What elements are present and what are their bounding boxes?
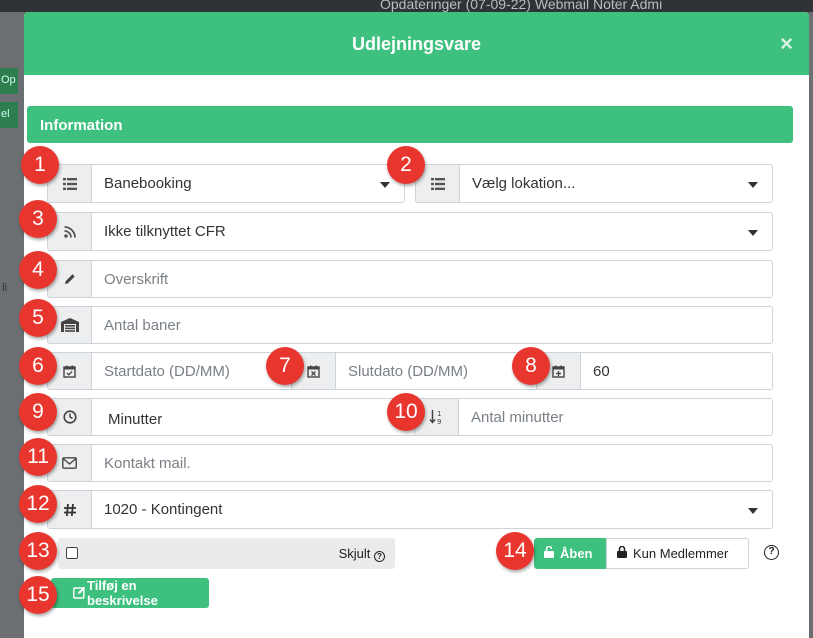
- courts-input[interactable]: Antal baner: [47, 306, 773, 344]
- end-date-input[interactable]: Slutdato (DD/MM): [292, 352, 537, 390]
- svg-text:9: 9: [437, 418, 441, 425]
- lock-open-icon: [544, 545, 554, 561]
- help-icon[interactable]: ?: [764, 545, 779, 560]
- annotation-badge: 6: [19, 347, 57, 385]
- annotation-badge: 14: [496, 532, 534, 570]
- annotation-badge: 7: [266, 347, 304, 385]
- unit-select-value: Minutter: [108, 410, 163, 428]
- days-input[interactable]: 60: [537, 352, 773, 390]
- account-select[interactable]: 1020 - Kontingent: [47, 490, 773, 529]
- heading-input[interactable]: Overskrift: [47, 260, 773, 298]
- start-date-input[interactable]: Startdato (DD/MM): [47, 352, 292, 390]
- access-open-label: Åben: [560, 546, 593, 561]
- type-select-value: Banebooking: [104, 175, 192, 192]
- annotation-badge: 3: [19, 200, 57, 238]
- start-date-placeholder: Startdato (DD/MM): [104, 362, 230, 380]
- contact-mail-input[interactable]: Kontakt mail.: [47, 444, 773, 482]
- background-right-strip: [809, 12, 813, 638]
- edit-icon: [73, 586, 86, 602]
- hidden-checkbox[interactable]: [66, 547, 78, 559]
- minutes-input[interactable]: 19 Antal minutter: [415, 398, 773, 436]
- background-topbar-text: Opdateringer (07-09-22) Webmail Noter Ad…: [380, 0, 663, 12]
- information-section-header: Information: [27, 106, 793, 143]
- access-members-label: Kun Medlemmer: [633, 546, 729, 561]
- background-button: el: [0, 102, 18, 128]
- annotation-badge: 2: [387, 146, 425, 184]
- contact-mail-placeholder: Kontakt mail.: [104, 454, 191, 472]
- heading-input-placeholder: Overskrift: [104, 270, 169, 288]
- end-date-placeholder: Slutdato (DD/MM): [348, 362, 469, 380]
- location-select-value: Vælg lokation...: [472, 175, 576, 192]
- chevron-down-icon: [380, 182, 390, 188]
- annotation-badge: 9: [19, 393, 57, 431]
- background-text: li: [2, 282, 7, 294]
- minutes-input-placeholder: Antal minutter: [471, 408, 564, 426]
- annotation-badge: 13: [19, 532, 57, 570]
- chevron-down-icon: [748, 230, 758, 236]
- annotation-badge: 8: [512, 347, 550, 385]
- svg-text:1: 1: [437, 410, 441, 418]
- modal-header: Udlejningsvare ×: [24, 12, 809, 75]
- lock-icon: [617, 545, 627, 561]
- account-select-value: 1020 - Kontingent: [104, 501, 223, 518]
- annotation-badge: 4: [19, 251, 57, 289]
- annotation-badge: 15: [19, 576, 57, 614]
- hidden-toggle[interactable]: Skjult ?: [58, 538, 395, 569]
- rental-item-modal: Udlejningsvare × Information Banebooking…: [24, 12, 809, 638]
- annotation-badge: 10: [387, 393, 425, 431]
- location-select[interactable]: Vælg lokation...: [415, 164, 773, 203]
- access-members-button[interactable]: Kun Medlemmer: [606, 538, 749, 569]
- chevron-down-icon: [748, 182, 758, 188]
- cfr-select[interactable]: Ikke tilknyttet CFR: [47, 212, 773, 251]
- cfr-select-value: Ikke tilknyttet CFR: [104, 223, 226, 240]
- date-row: Startdato (DD/MM) Slutdato (DD/MM) 60: [47, 352, 773, 390]
- background-topbar: Opdateringer (07-09-22) Webmail Noter Ad…: [0, 0, 813, 12]
- courts-input-placeholder: Antal baner: [104, 316, 181, 334]
- annotation-badge: 11: [19, 438, 57, 476]
- add-description-label: Tilføj en beskrivelse: [87, 578, 158, 608]
- annotation-badge: 12: [19, 485, 57, 523]
- access-open-button[interactable]: Åben: [534, 538, 606, 569]
- annotation-badge: 5: [19, 299, 57, 337]
- unit-select[interactable]: Minutter: [47, 398, 415, 436]
- hidden-label: Skjult ?: [339, 546, 385, 562]
- question-circle-icon: ?: [374, 551, 385, 562]
- type-select[interactable]: Banebooking: [47, 164, 405, 203]
- background-button: Op: [0, 68, 18, 94]
- annotation-badge: 1: [21, 146, 59, 184]
- chevron-down-icon: [748, 508, 758, 514]
- section-title: Information: [40, 117, 123, 134]
- add-description-button[interactable]: Tilføj en beskrivelse: [51, 578, 209, 608]
- modal-title: Udlejningsvare: [351, 34, 482, 54]
- close-icon[interactable]: ×: [780, 31, 793, 57]
- days-input-value: 60: [593, 362, 610, 380]
